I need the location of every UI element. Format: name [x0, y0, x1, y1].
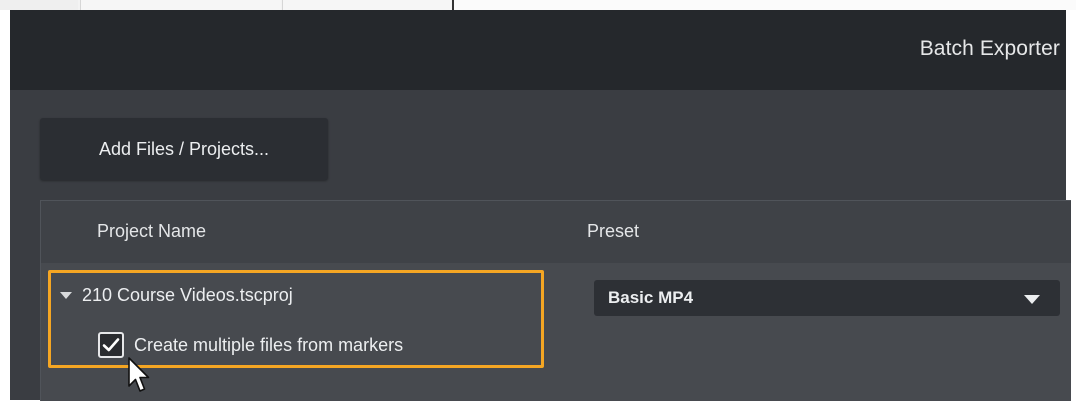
column-header-preset[interactable]: Preset	[587, 221, 639, 242]
create-multiple-files-checkbox[interactable]	[98, 332, 124, 358]
column-header-project-name[interactable]: Project Name	[97, 221, 206, 242]
checkmark-icon	[102, 338, 120, 352]
top-strip-segment	[80, 0, 281, 10]
window-title: Batch Exporter	[919, 37, 1060, 60]
top-strip-segment	[0, 0, 78, 10]
project-name-text: 210 Course Videos.tscproj	[82, 284, 293, 305]
preset-dropdown[interactable]: Basic MP4	[594, 280, 1060, 316]
top-strip	[0, 0, 1076, 10]
title-bar: Batch Exporter	[10, 10, 1066, 90]
table-header: Project Name Preset	[41, 201, 1071, 263]
project-row-name: 210 Course Videos.tscproj	[60, 282, 293, 308]
mouse-pointer-icon	[128, 357, 150, 392]
top-strip-segment	[452, 0, 1076, 10]
dropdown-caret-icon	[1024, 295, 1040, 304]
create-multiple-files-label: Create multiple files from markers	[134, 334, 404, 355]
disclosure-triangle-icon[interactable]	[60, 291, 72, 299]
top-strip-segment	[282, 0, 451, 10]
preset-value: Basic MP4	[608, 288, 694, 307]
add-files-projects-button[interactable]: Add Files / Projects...	[40, 118, 328, 180]
